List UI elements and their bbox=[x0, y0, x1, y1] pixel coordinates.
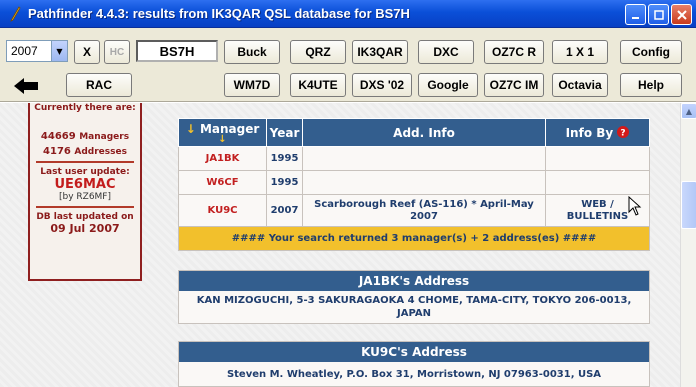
table-row: JA1BK 1995 bbox=[178, 146, 650, 171]
year-cell: 1995 bbox=[266, 146, 303, 171]
addresses-stat: 4176 Addresses bbox=[30, 146, 140, 157]
info-cell bbox=[302, 146, 546, 171]
k4ute-button[interactable]: K4UTE bbox=[290, 73, 346, 97]
hc-button[interactable]: HC bbox=[104, 40, 130, 64]
dxc-button[interactable]: DXC bbox=[418, 40, 474, 64]
search-summary: #### Your search returned 3 manager(s) +… bbox=[178, 226, 650, 251]
maximize-button[interactable] bbox=[648, 4, 669, 25]
manager-link[interactable]: JA1BK bbox=[178, 146, 267, 171]
manager-header[interactable]: ↓ Manager ↓ bbox=[178, 118, 267, 147]
address-box-ja1bk: JA1BK's Address KAN MIZOGUCHI, 5-3 SAKUR… bbox=[178, 270, 650, 324]
address-text: KAN MIZOGUCHI, 5-3 SAKURAGAOKA 4 CHOME, … bbox=[196, 295, 632, 319]
oz7c-im-button[interactable]: OZ7C IM bbox=[484, 73, 544, 97]
info-by-cell bbox=[545, 146, 650, 171]
sort-arrow-icon: ↓ bbox=[185, 121, 196, 136]
sort-arrow-icon: ↓ bbox=[218, 133, 227, 145]
managers-stat: 44669 Managers bbox=[30, 131, 140, 142]
help-button[interactable]: Help bbox=[620, 73, 682, 97]
manager-link[interactable]: KU9C bbox=[178, 194, 267, 227]
qrz-button[interactable]: QRZ bbox=[290, 40, 346, 64]
info-by-header: Info By ? bbox=[545, 118, 650, 147]
scroll-thumb[interactable] bbox=[681, 181, 696, 229]
app-icon bbox=[6, 5, 24, 23]
close-button[interactable] bbox=[671, 4, 692, 25]
octavia-button[interactable]: Octavia bbox=[552, 73, 608, 97]
address-title: JA1BK's Address bbox=[179, 271, 649, 291]
window-title: Pathfinder 4.4.3: results from IK3QAR QS… bbox=[28, 6, 410, 21]
managers-count: 44669 bbox=[40, 131, 76, 142]
chevron-down-icon[interactable]: ▼ bbox=[51, 41, 67, 61]
addresses-label: Addresses bbox=[74, 147, 127, 157]
mouse-cursor-icon bbox=[628, 196, 642, 216]
table-row: KU9C 2007 Scarborough Reef (AS-116) * Ap… bbox=[178, 194, 650, 227]
maximize-icon bbox=[653, 9, 664, 20]
db-updated-date: 09 Jul 2007 bbox=[50, 222, 120, 235]
info-cell bbox=[302, 170, 546, 195]
year-header[interactable]: Year bbox=[266, 118, 303, 147]
back-arrow-icon[interactable] bbox=[12, 76, 40, 96]
address-text: Steven M. Wheatley, P.O. Box 31, Morrist… bbox=[226, 369, 602, 380]
results-table: ↓ Manager ↓ Year Add. Info Info By ? JA1… bbox=[178, 118, 650, 251]
year-cell: 2007 bbox=[266, 194, 303, 227]
year-select[interactable]: 2007 ▼ bbox=[6, 40, 68, 62]
help-icon[interactable]: ? bbox=[617, 125, 630, 138]
managers-label: Managers bbox=[79, 132, 130, 142]
info-header: Add. Info bbox=[302, 118, 546, 147]
toolbar: 2007 ▼ X HC BS7H Buck QRZ IK3QAR DXC OZ7… bbox=[0, 28, 696, 102]
summary-row: #### Your search returned 3 manager(s) +… bbox=[178, 226, 650, 251]
vertical-scrollbar[interactable]: ▲ bbox=[680, 103, 696, 387]
config-button[interactable]: Config bbox=[620, 40, 682, 64]
oz7c-r-button[interactable]: OZ7C R bbox=[484, 40, 544, 64]
svg-text:?: ? bbox=[621, 128, 626, 138]
table-row: W6CF 1995 bbox=[178, 170, 650, 195]
divider bbox=[36, 206, 134, 208]
address-title: KU9C's Address bbox=[179, 342, 649, 362]
rac-button[interactable]: RAC bbox=[66, 73, 132, 97]
info-by-cell bbox=[545, 170, 650, 195]
last-user-callsign: UE6MAC bbox=[54, 177, 116, 192]
close-icon bbox=[676, 9, 687, 20]
addresses-count: 4176 bbox=[43, 146, 71, 157]
google-button[interactable]: Google bbox=[418, 73, 478, 97]
address-box-ku9c: KU9C's Address Steven M. Wheatley, P.O. … bbox=[178, 341, 650, 387]
ik3qar-button[interactable]: IK3QAR bbox=[352, 40, 408, 64]
title-bar: Pathfinder 4.4.3: results from IK3QAR QS… bbox=[0, 0, 696, 28]
callsign-input[interactable]: BS7H bbox=[136, 40, 218, 62]
wm7d-button[interactable]: WM7D bbox=[224, 73, 280, 97]
divider bbox=[36, 161, 134, 163]
clear-button[interactable]: X bbox=[74, 40, 100, 64]
minimize-icon bbox=[631, 16, 639, 19]
dxs-02-button[interactable]: DXS '02 bbox=[352, 73, 412, 97]
one-by-one-button[interactable]: 1 X 1 bbox=[552, 40, 608, 64]
db-updated-label: DB last updated on bbox=[36, 212, 134, 222]
year-cell: 1995 bbox=[266, 170, 303, 195]
buck-button[interactable]: Buck bbox=[224, 40, 280, 64]
by-note: [by RZ6MF] bbox=[58, 192, 111, 202]
scroll-up-icon[interactable]: ▲ bbox=[681, 103, 696, 119]
table-header-row: ↓ Manager ↓ Year Add. Info Info By ? bbox=[178, 118, 650, 147]
last-update-label: Last user update: bbox=[40, 167, 130, 177]
info-cell: Scarborough Reef (AS-116) * April-May 20… bbox=[302, 194, 546, 227]
stats-sidebar: Currently there are: 44669 Managers 4176… bbox=[28, 103, 142, 281]
minimize-button[interactable] bbox=[625, 4, 646, 25]
manager-link[interactable]: W6CF bbox=[178, 170, 267, 195]
currently-label: Currently there are: bbox=[34, 103, 136, 113]
